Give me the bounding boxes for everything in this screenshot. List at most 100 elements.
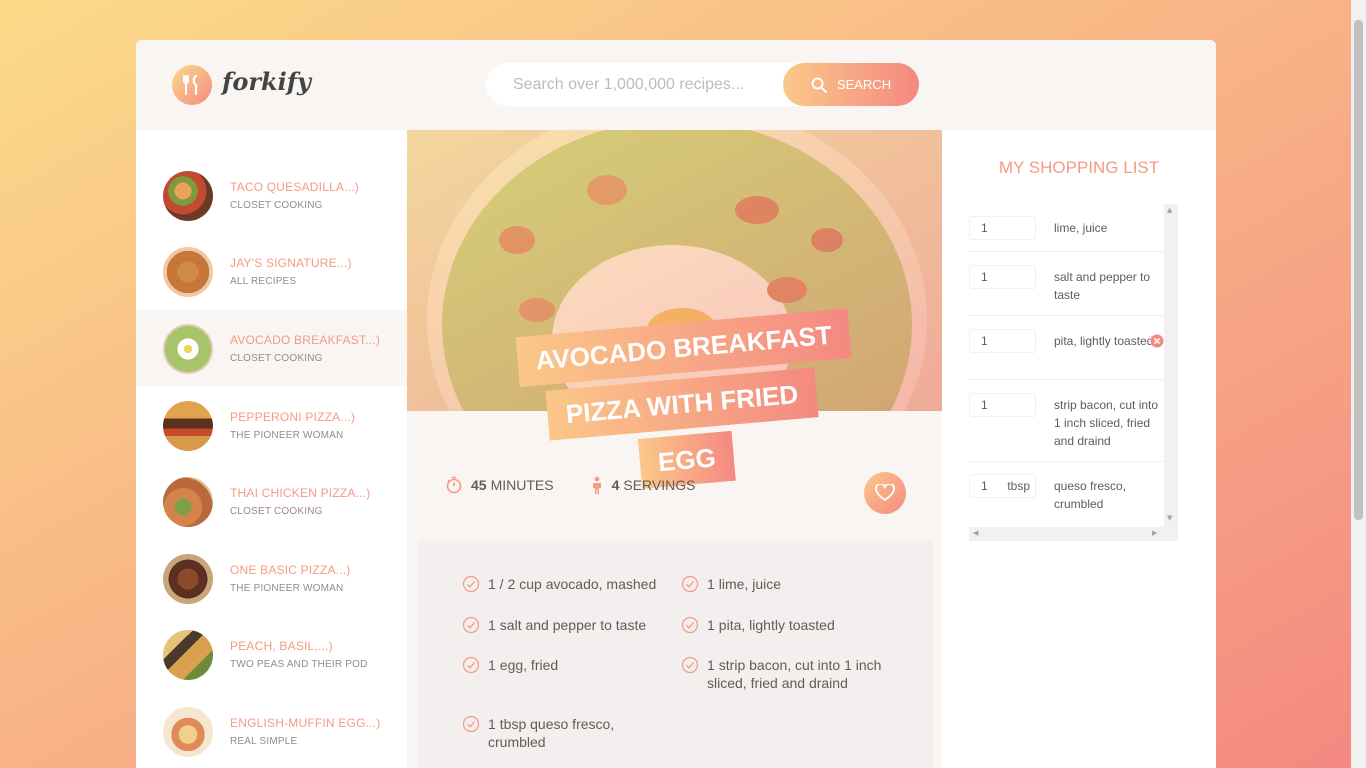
check-circle-icon <box>681 616 699 634</box>
delete-item-icon[interactable] <box>1150 334 1164 348</box>
result-title: JAY'S SIGNATURE...) <box>230 256 352 270</box>
result-title: PEACH, BASIL,...) <box>230 639 333 653</box>
app-container: forkify SEARCH TACO QUESADILLA...) CLOSE… <box>136 40 1216 768</box>
scroll-left-arrow-icon[interactable]: ◀ <box>973 529 978 537</box>
result-thumbnail <box>163 477 213 527</box>
result-author: CLOSET COOKING <box>230 200 323 211</box>
recipe-duration: 45 MINUTES <box>445 476 554 494</box>
check-circle-icon <box>462 575 480 593</box>
logo-fork-knife-icon <box>172 65 212 105</box>
recipe-details: 45 MINUTES 4 SERVINGS <box>445 476 731 494</box>
result-item[interactable]: ONE BASIC PIZZA...) THE PIONEER WOMAN <box>136 540 407 616</box>
search-form: SEARCH <box>486 63 919 106</box>
ingredient-item: 1 salt and pepper to taste <box>462 616 657 634</box>
count-value: 1 <box>981 334 988 348</box>
count-value: 1 <box>981 221 988 235</box>
search-icon <box>811 77 827 93</box>
scroll-up-arrow-icon[interactable]: ▲ <box>1167 206 1172 214</box>
result-item[interactable]: JAY'S SIGNATURE...) ALL RECIPES <box>136 233 407 309</box>
check-circle-icon <box>462 715 480 733</box>
like-button[interactable] <box>864 472 906 514</box>
result-item[interactable]: AVOCADO BREAKFAST...) CLOSET COOKING <box>136 310 407 386</box>
heart-icon <box>875 484 895 501</box>
result-item[interactable]: TACO QUESADILLA...) CLOSET COOKING <box>136 157 407 233</box>
result-item[interactable]: PEPPERONI PIZZA...) THE PIONEER WOMAN <box>136 387 407 463</box>
scroll-down-arrow-icon[interactable]: ▼ <box>1167 514 1172 522</box>
result-thumbnail <box>163 401 213 451</box>
result-author: REAL SIMPLE <box>230 736 298 747</box>
ingredient-item: 1 lime, juice <box>681 575 876 593</box>
count-value: 1 <box>981 479 988 493</box>
logo-text[interactable]: forkify <box>222 67 311 96</box>
check-circle-icon <box>462 656 480 674</box>
ingredient-count: 1 <box>707 657 715 673</box>
shopping-item-text: lime, juice <box>1054 221 1108 235</box>
shopping-list: 1 lime, juice 1 salt and pepper to taste… <box>969 204 1164 529</box>
recipe-title-text: AVOCADO BREAKFAST PIZZA WITH FRIED EGG <box>515 308 852 489</box>
ingredient-item: 1 / 2 cup avocado, mashed <box>462 575 657 593</box>
result-author: THE PIONEER WOMAN <box>230 430 344 441</box>
ingredient-item: 1 strip bacon, cut into 1 inch sliced, fr… <box>681 656 886 692</box>
horizontal-scrollbar[interactable]: ◀ ▶ <box>969 527 1178 541</box>
stopwatch-icon <box>446 476 462 494</box>
shopping-item-text: salt and pepper to taste <box>1054 270 1151 302</box>
result-title: AVOCADO BREAKFAST...) <box>230 333 381 347</box>
result-author: CLOSET COOKING <box>230 506 323 517</box>
shopping-list-box: 1 lime, juice 1 salt and pepper to taste… <box>969 204 1178 541</box>
check-circle-icon <box>681 656 699 674</box>
servings-value: 4 <box>611 477 620 493</box>
shopping-item: 1 tbsp queso fresco, crumbled <box>969 462 1164 526</box>
recipe-title: AVOCADO BREAKFAST PIZZA WITH FRIED EGG <box>515 306 852 501</box>
check-circle-icon <box>462 616 480 634</box>
result-author: TWO PEAS AND THEIR POD <box>230 659 368 670</box>
ingredient-text: egg, fried <box>499 657 559 673</box>
shopping-item-count[interactable]: 1 tbsp <box>969 474 1036 498</box>
result-thumbnail <box>163 171 213 221</box>
minutes-value: 45 <box>471 477 487 493</box>
ingredient-text: pita, lightly toasted <box>718 617 835 633</box>
shopping-item-text: queso fresco, crumbled <box>1054 479 1127 511</box>
page-scrollbar[interactable] <box>1351 0 1366 768</box>
ingredient-item: 1 tbsp queso fresco, crumbled <box>462 715 637 751</box>
result-item[interactable]: ENGLISH-MUFFIN EGG...) REAL SIMPLE <box>136 693 407 768</box>
scroll-right-arrow-icon[interactable]: ▶ <box>1152 529 1157 537</box>
shopping-item-count[interactable]: 1 <box>969 329 1036 353</box>
result-author: THE PIONEER WOMAN <box>230 583 344 594</box>
shopping-item-count[interactable]: 1 <box>969 393 1036 417</box>
shopping-item-count[interactable]: 1 <box>969 265 1036 289</box>
page-scrollbar-thumb[interactable] <box>1354 20 1363 520</box>
recipe-panel: AVOCADO BREAKFAST PIZZA WITH FRIED EGG 4… <box>407 130 942 768</box>
ingredient-list: 1 / 2 cup avocado, mashed 1 lime, juice 1s… <box>418 540 933 768</box>
shopping-item-count[interactable]: 1 <box>969 216 1036 240</box>
ingredient-item: 1 pita, lightly toasted <box>681 616 876 634</box>
ingredient-count: 1 <box>707 576 715 592</box>
result-item[interactable]: PEACH, BASIL,...) TWO PEAS AND THEIR POD <box>136 616 407 692</box>
vertical-scrollbar[interactable]: ▲ ▼ <box>1164 204 1178 527</box>
search-button[interactable]: SEARCH <box>783 63 919 106</box>
minutes-label: MINUTES <box>490 477 554 493</box>
ingredient-count: 1 <box>707 617 715 633</box>
result-author: CLOSET COOKING <box>230 353 323 364</box>
result-title: THAI CHICKEN PIZZA...) <box>230 486 371 500</box>
ingredient-text: tbsp queso fresco, crumbled <box>488 716 615 750</box>
result-title: ENGLISH-MUFFIN EGG...) <box>230 716 381 730</box>
ingredient-text: cup avocado, mashed <box>519 576 657 592</box>
servings-label: SERVINGS <box>623 477 696 493</box>
person-icon <box>592 476 601 494</box>
search-input[interactable] <box>486 63 786 106</box>
shopping-item: 1 lime, juice <box>969 204 1164 252</box>
ingredient-text: salt and pepper to taste <box>499 617 647 633</box>
ingredient-text: strip bacon, cut into 1 inch sliced, fri… <box>707 657 882 691</box>
count-value: 1 <box>981 398 988 412</box>
shopping-list-title: MY SHOPPING LIST <box>998 158 1160 177</box>
ingredient-count: 1 / 2 <box>488 576 516 592</box>
result-title: PEPPERONI PIZZA...) <box>230 410 356 424</box>
count-value: 1 <box>981 270 988 284</box>
result-item[interactable]: THAI CHICKEN PIZZA...) CLOSET COOKING <box>136 463 407 539</box>
shopping-item: 1 strip bacon, cut into 1 inch sliced, f… <box>969 380 1164 462</box>
search-button-label: SEARCH <box>836 77 892 92</box>
result-author: ALL RECIPES <box>230 276 297 287</box>
ingredient-count: 1 <box>488 617 496 633</box>
result-thumbnail <box>163 707 213 757</box>
count-unit: tbsp <box>1007 479 1030 493</box>
